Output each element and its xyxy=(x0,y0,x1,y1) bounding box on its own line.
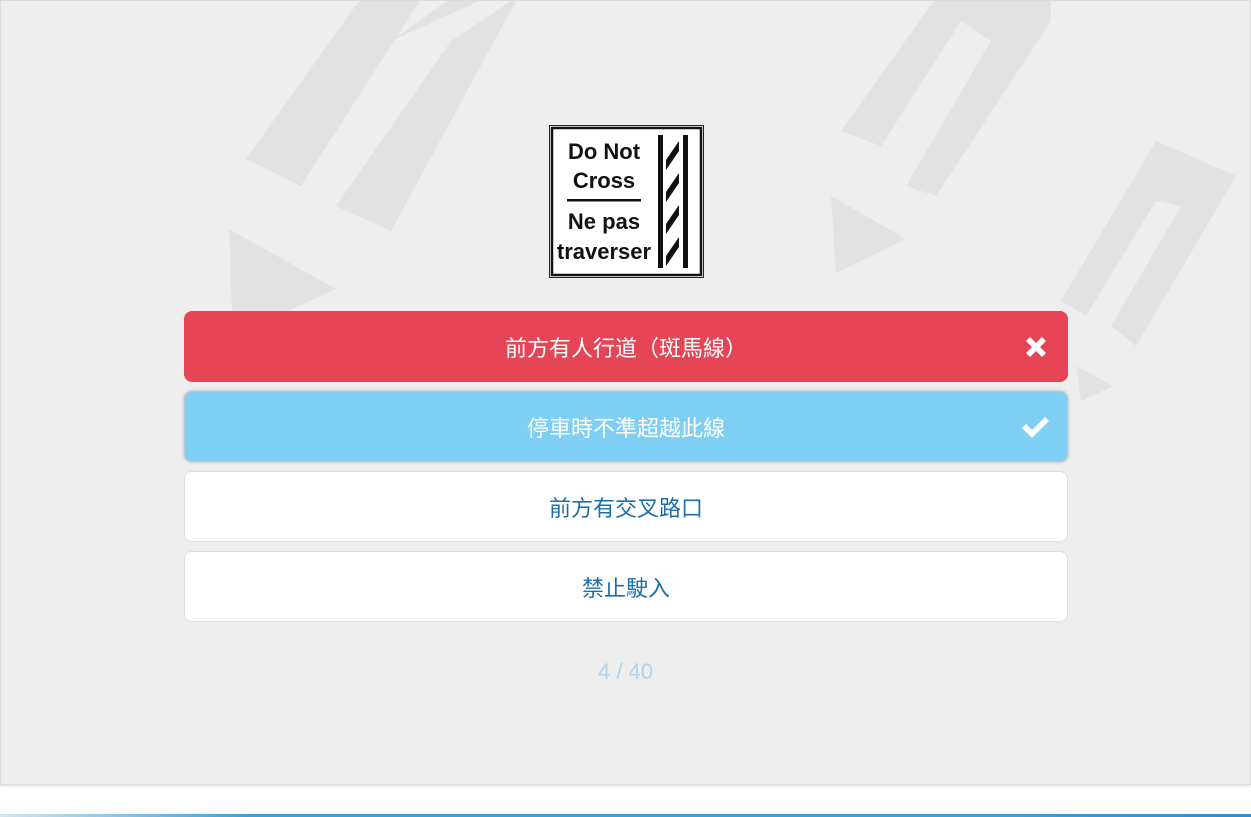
checkmark-icon xyxy=(1022,416,1049,438)
close-icon xyxy=(1026,336,1046,357)
answer-option-3-label: 前方有交叉路口 xyxy=(548,496,703,522)
answer-option-2[interactable]: 停車時不準超越此線 xyxy=(184,391,1068,462)
answer-option-4-label: 禁止駛入 xyxy=(581,576,670,602)
answer-option-3[interactable]: 前方有交叉路口 xyxy=(184,471,1068,542)
sign-divider xyxy=(567,199,641,202)
answer-option-2-label: 停車時不準超越此線 xyxy=(526,416,725,442)
sign-text-line3: Ne pas xyxy=(568,209,640,234)
question-progress: 4 / 40 xyxy=(597,659,654,684)
answer-option-4[interactable]: 禁止駛入 xyxy=(184,551,1068,622)
answer-option-1-label: 前方有人行道（斑馬線） xyxy=(504,336,747,362)
sign-text-line1: Do Not xyxy=(568,139,641,164)
answer-option-1[interactable]: 前方有人行道（斑馬線） xyxy=(184,311,1068,382)
traffic-sign: Do Not Cross Ne pas traverser xyxy=(549,125,704,278)
quiz-card: Do Not Cross Ne pas traverser 前方有人行道（斑馬線… xyxy=(0,0,1251,785)
sign-text-line4: traverser xyxy=(557,239,652,264)
sign-text-line2: Cross xyxy=(573,168,635,193)
do-not-cross-sign-icon: Do Not Cross Ne pas traverser xyxy=(549,125,704,278)
